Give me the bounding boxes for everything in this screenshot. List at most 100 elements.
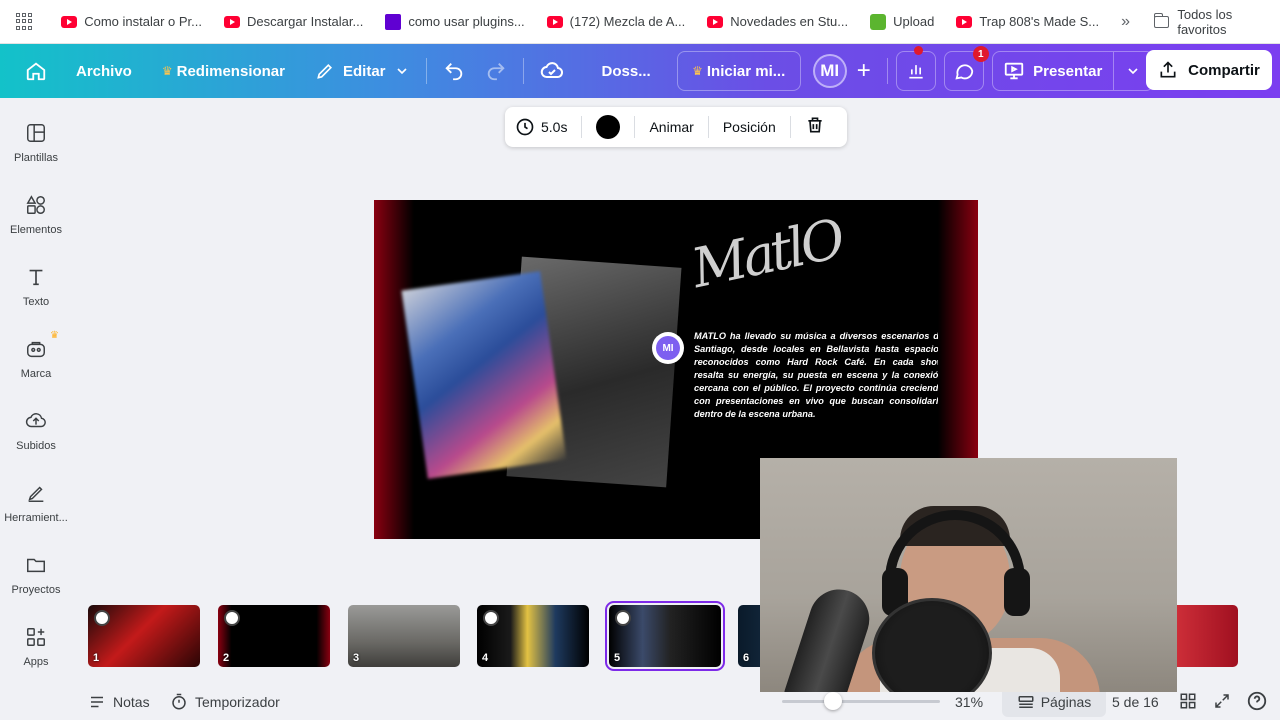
bookmark-item[interactable]: como usar plugins... <box>385 13 525 30</box>
blurred-photo[interactable] <box>401 271 567 479</box>
page-number: 4 <box>482 652 489 664</box>
zoom-slider-handle[interactable] <box>824 692 842 710</box>
chevron-down-icon <box>1128 68 1138 75</box>
comments-count-badge: 1 <box>972 46 989 62</box>
notas-label: Notas <box>113 694 150 710</box>
editar-label: Editar <box>343 62 386 80</box>
archivo-menu[interactable]: Archivo <box>66 52 142 90</box>
divider <box>634 116 636 138</box>
grid-view-icon[interactable] <box>1179 692 1197 713</box>
temporizador-button[interactable]: Temporizador <box>170 693 280 711</box>
crown-icon: ♛ <box>161 64 173 78</box>
youtube-icon <box>224 15 240 28</box>
divider <box>425 58 427 84</box>
comment-icon <box>224 610 240 626</box>
notes-icon <box>91 696 103 708</box>
sidebar-item-label: Apps <box>23 656 49 668</box>
crown-icon: ♛ <box>692 64 703 78</box>
design-title[interactable]: Doss... <box>592 52 661 90</box>
comment-pin[interactable]: MI <box>652 332 684 364</box>
upload-icon <box>870 13 887 30</box>
bookmark-item[interactable]: Upload <box>870 13 935 30</box>
editar-menu[interactable]: Editar <box>305 52 420 90</box>
redimensionar-button[interactable]: ♛ Redimensionar <box>152 52 295 90</box>
notification-dot <box>914 46 923 55</box>
compartir-button[interactable]: Compartir <box>1146 50 1272 90</box>
duration-value: 5.0s <box>541 119 568 135</box>
divider <box>522 58 524 84</box>
avatar: MI <box>656 336 680 360</box>
bookmark-item[interactable]: Trap 808's Made S... <box>956 14 1099 29</box>
zoom-slider[interactable] <box>782 700 940 703</box>
bookmark-label: Trap 808's Made S... <box>979 14 1100 29</box>
sidebar-item-label: Plantillas <box>13 152 59 164</box>
presentar-button[interactable]: Presentar <box>991 51 1114 91</box>
bookmark-label: Upload <box>893 14 935 29</box>
help-icon[interactable] <box>1246 690 1268 715</box>
page-thumbnail[interactable]: 4 <box>477 605 589 667</box>
sidebar-item-label: Texto <box>22 296 50 308</box>
page-number: 6 <box>743 652 750 664</box>
bookmark-label: (172) Mezcla de A... <box>569 14 686 29</box>
redo-icon[interactable] <box>475 52 517 90</box>
sidebar-item-subidos[interactable]: Subidos <box>0 410 72 452</box>
presentar-label: Presentar <box>1033 62 1103 80</box>
sidebar-item-marca[interactable]: ♛ Marca <box>0 330 72 380</box>
sidebar-item-label: Elementos <box>10 224 62 236</box>
page-counter[interactable]: 5 de 16 <box>1112 694 1159 710</box>
zoom-value[interactable]: 31% <box>955 694 983 710</box>
youtube-icon <box>707 15 724 28</box>
sidebar-item-texto[interactable]: Texto <box>0 266 72 308</box>
compartir-label: Compartir <box>1188 61 1260 79</box>
bookmark-item[interactable]: Descargar Instalar... <box>224 14 363 29</box>
sidebar-item-apps[interactable]: Apps <box>0 626 72 668</box>
all-bookmarks-folder[interactable]: Todos los favoritos <box>1154 7 1280 37</box>
cloud-saved-icon[interactable] <box>530 52 574 90</box>
slide-body-text[interactable]: MATLO ha llevado su música a diversos es… <box>694 330 944 421</box>
comment-icon <box>94 610 110 626</box>
undo-icon[interactable] <box>433 52 475 90</box>
iniciar-button[interactable]: ♛ Iniciar mi... <box>676 51 801 91</box>
sidebar-item-elementos[interactable]: Elementos <box>0 194 72 236</box>
comments-button[interactable]: 1 <box>943 46 989 91</box>
apps-grid-icon[interactable] <box>16 12 33 31</box>
insights-chart-icon[interactable] <box>895 51 936 91</box>
chevron-down-icon <box>396 68 407 75</box>
posicion-button[interactable]: Posición <box>723 119 776 135</box>
templates-icon <box>27 124 45 142</box>
sidebar-item-label: Subidos <box>16 440 56 452</box>
sidebar-item-plantillas[interactable]: Plantillas <box>0 122 72 164</box>
color-swatch[interactable] <box>596 115 621 139</box>
sidebar-item-proyectos[interactable]: Proyectos <box>0 554 72 596</box>
pages-icon <box>1018 696 1034 708</box>
more-bookmarks-chevron-icon[interactable]: » <box>1121 13 1130 31</box>
sidebar-item-herramientas[interactable]: Herramient... <box>0 482 72 524</box>
elements-icon <box>26 195 45 214</box>
bookmark-item[interactable]: Como instalar o Pr... <box>61 14 202 29</box>
bookmark-item[interactable]: (172) Mezcla de A... <box>546 14 686 29</box>
trash-icon[interactable] <box>805 115 825 140</box>
share-icon <box>1160 61 1176 78</box>
timer-icon <box>172 693 186 710</box>
youtube-icon <box>61 15 78 28</box>
page-thumbnail[interactable]: 1 <box>88 605 200 667</box>
headphones <box>1004 568 1030 616</box>
home-icon[interactable] <box>14 52 58 90</box>
fullscreen-icon[interactable] <box>1213 692 1231 713</box>
avatar[interactable]: MI <box>812 54 847 88</box>
notas-button[interactable]: Notas <box>88 693 150 711</box>
brand-icon <box>27 341 45 358</box>
page-thumbnail[interactable]: 3 <box>348 605 460 667</box>
page-thumbnail[interactable]: 2 <box>218 605 330 667</box>
animar-button[interactable]: Animar <box>649 119 693 135</box>
duration-button[interactable]: 5.0s <box>515 117 567 137</box>
signature-logo[interactable]: MatlO <box>686 207 851 326</box>
element-toolbar: 5.0s Animar Posición <box>505 107 847 147</box>
comment-icon <box>483 610 499 626</box>
bookmark-label: Como instalar o Pr... <box>84 14 202 29</box>
bookmarks-bar: Como instalar o Pr... Descargar Instalar… <box>0 0 1280 44</box>
bookmark-item[interactable]: Novedades en Stu... <box>707 14 848 29</box>
page-thumbnail-selected[interactable]: 5 <box>605 601 725 671</box>
youtube-icon <box>546 15 563 28</box>
add-collaborator-icon[interactable]: + <box>847 52 881 90</box>
